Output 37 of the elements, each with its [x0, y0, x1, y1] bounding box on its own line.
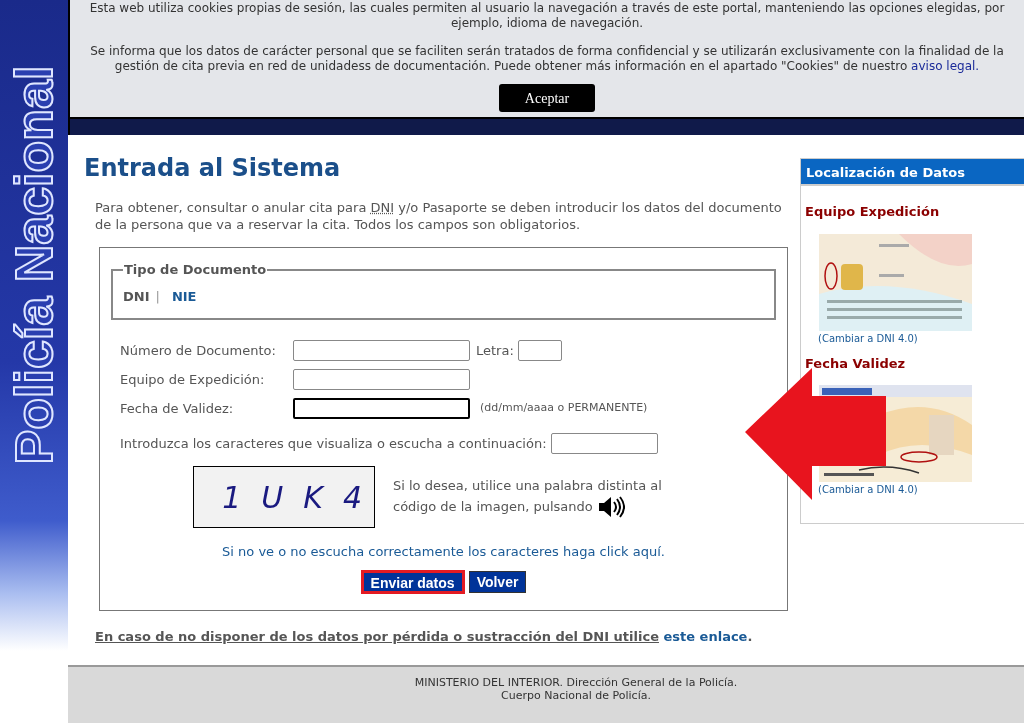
form-button[interactable]: Volver	[468, 570, 527, 593]
separator: |	[155, 287, 160, 306]
captcha-prompt: Introduzca los caracteres que visualiza o escucha a continuación:	[120, 434, 547, 453]
section-heading: Equipo Expedición	[805, 203, 941, 221]
field-label: Equipo de Expedición:	[120, 370, 266, 389]
cookie-text: Se informa que los datos de carácter personal que se faciliten serán tratados de forma confidencial y se utilizarán exclusivamente con la finalidad de la gestión de cita previa en red de unidadess de documentación. Puede obtener más información en el apartado "Cookies" de nuestro aviso legal.	[89, 44, 1005, 74]
field-label: Fecha de Validez:	[120, 399, 235, 418]
captcha-image: 1 U K 4	[193, 466, 375, 528]
switch-link[interactable]: (Cambiar a DNI 4.0)	[818, 330, 918, 346]
captcha-input[interactable]	[550, 433, 658, 454]
field-label: Número de Documento:	[120, 341, 277, 360]
cookie-text: Esta web utiliza cookies propias de sesión, las cuales permiten al usuario la navegación a través de este portal, manteniendo las opciones elegidas, por ejemplo, idioma de navegación.	[88, 1, 1006, 31]
field-hint: (dd/mm/aaaa o PERMANENTE)	[480, 400, 648, 417]
footer-text: MINISTERIO DEL INTERIOR. Dirección General de la Policía.	[414, 676, 738, 689]
section-heading: Fecha Validez	[805, 354, 907, 373]
document-type-tab[interactable]: NIE	[171, 286, 197, 306]
text-input[interactable]	[293, 398, 470, 419]
speaker-icon[interactable]	[596, 496, 625, 518]
page-title: Entrada al Sistema	[84, 153, 342, 183]
footer-text: Cuerpo Nacional de Policía.	[501, 689, 651, 702]
letter-input[interactable]	[517, 340, 562, 361]
form-button[interactable]: Enviar datos	[360, 569, 465, 594]
sidebar-title: Localización de Datos	[801, 159, 1024, 186]
note-link[interactable]: este enlace	[663, 628, 748, 644]
group-title: Tipo de Documento	[123, 261, 268, 279]
banner-title: Policía Nacional	[4, 65, 64, 465]
legal-link[interactable]: aviso legal.	[911, 59, 980, 73]
text-input[interactable]	[293, 340, 470, 361]
intro-text: Para obtener, consultar o anular cita para DNI y/o Pasaporte se deben introducir los datos del documento de la persona que va a reservar la cita. Todos los campos son obligatorios.	[95, 199, 783, 233]
lost-note: En caso de no disponer de los datos por pérdida o sustracción del DNI utilice este enlace.	[95, 627, 754, 646]
field-label: Letra:	[476, 341, 514, 360]
document-type-tab[interactable]: DNI	[123, 286, 150, 306]
text-input[interactable]	[293, 369, 470, 390]
accept-button[interactable]: Aceptar	[499, 84, 595, 112]
audio-text: Si lo desea, utilice una palabra distinta al código de la imagen, pulsando	[393, 476, 673, 518]
switch-link[interactable]: (Cambiar a DNI 4.0)	[818, 482, 918, 497]
help-link[interactable]: Si no ve o no escucha correctamente los caracteres haga click aquí.	[222, 542, 665, 562]
